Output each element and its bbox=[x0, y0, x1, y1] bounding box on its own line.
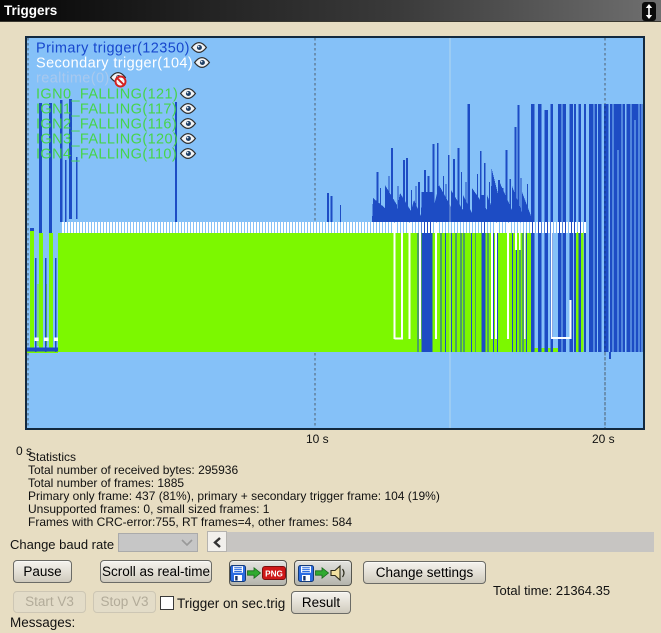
svg-text:IGN3_FALLING(120): IGN3_FALLING(120) bbox=[36, 132, 178, 148]
svg-text:IGN4_FALLING(110): IGN4_FALLING(110) bbox=[36, 147, 177, 163]
svg-text:IGN1_FALLING(117): IGN1_FALLING(117) bbox=[36, 102, 177, 118]
svg-text:PNG: PNG bbox=[265, 569, 283, 578]
svg-text:realtime(0): realtime(0) bbox=[36, 71, 110, 87]
svg-text:Primary trigger(12350): Primary trigger(12350) bbox=[36, 41, 190, 57]
svg-text:Secondary trigger(104): Secondary trigger(104) bbox=[36, 56, 193, 72]
svg-text:IGN0_FALLING(121): IGN0_FALLING(121) bbox=[36, 87, 178, 103]
svg-text:IGN2_FALLING(116): IGN2_FALLING(116) bbox=[36, 117, 177, 133]
